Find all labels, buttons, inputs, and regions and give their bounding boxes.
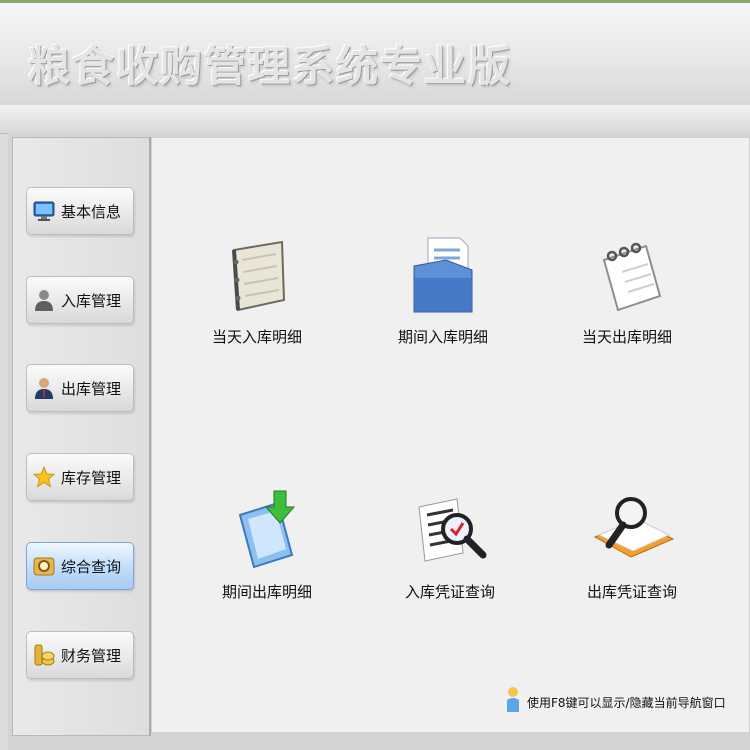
tile-daily-inbound-detail[interactable]: 当天入库明细 — [182, 230, 332, 347]
magnifier-folder-icon — [33, 554, 55, 578]
sidebar-item-inbound[interactable]: 入库管理 — [26, 276, 134, 324]
sidebar-item-label: 基本信息 — [61, 202, 122, 221]
tile-label: 期间出库明细 — [221, 583, 312, 601]
sidebar-item-finance[interactable]: 财务管理 — [26, 631, 134, 679]
main-panel: 当天入库明细 期间入库明细 当天出库明细 期间出库明细 入库凭证查询 出库凭证查… — [151, 137, 750, 733]
tile-label: 当天出库明细 — [581, 328, 672, 346]
info-person-icon — [505, 686, 521, 718]
tile-daily-outbound-detail[interactable]: 当天出库明细 — [552, 230, 702, 347]
tile-outbound-voucher-query[interactable]: 出库凭证查询 — [557, 485, 707, 602]
app-title: 粮食收购管理系统专业版 — [28, 42, 513, 91]
document-folder-icon — [398, 230, 488, 320]
tile-label: 当天入库明细 — [211, 328, 302, 346]
notebook-icon — [212, 230, 302, 320]
header-band — [0, 105, 750, 134]
spiral-notepad-icon — [582, 230, 672, 320]
sidebar-item-label: 财务管理 — [61, 646, 122, 665]
sidebar-item-outbound[interactable]: 出库管理 — [26, 364, 134, 412]
coins-icon — [33, 643, 55, 667]
sidebar-item-label: 综合查询 — [61, 557, 122, 576]
hint-text: 使用F8键可以显示/隐藏当前导航窗口 — [527, 695, 726, 710]
tile-period-inbound-detail[interactable]: 期间入库明细 — [368, 230, 518, 347]
tile-period-outbound-detail[interactable]: 期间出库明细 — [192, 485, 342, 602]
sidebar-item-query[interactable]: 综合查询 — [26, 542, 134, 590]
nav-toggle-hint: 使用F8键可以显示/隐藏当前导航窗口 — [505, 686, 726, 718]
search-list-icon — [405, 485, 495, 575]
sidebar-item-inventory[interactable]: 库存管理 — [26, 453, 134, 501]
tile-label: 期间入库明细 — [397, 328, 488, 346]
monitor-icon — [33, 199, 55, 223]
download-document-icon — [222, 485, 312, 575]
sidebar-item-label: 出库管理 — [61, 379, 122, 398]
star-icon — [33, 465, 55, 489]
sidebar-item-label: 库存管理 — [61, 468, 122, 487]
tile-label: 出库凭证查询 — [586, 583, 677, 601]
sidebar-item-basic-info[interactable]: 基本信息 — [26, 187, 134, 235]
sidebar-item-label: 入库管理 — [61, 291, 122, 310]
user-suit-icon — [33, 376, 55, 400]
tile-inbound-voucher-query[interactable]: 入库凭证查询 — [375, 485, 525, 602]
tile-label: 入库凭证查询 — [404, 583, 495, 601]
app-header: 粮食收购管理系统专业版 — [0, 3, 750, 106]
search-book-icon — [587, 485, 677, 575]
sidebar: 基本信息 入库管理 出库管理 库存管理 综合查询 财务管理 — [12, 137, 151, 736]
user-icon — [33, 288, 55, 312]
